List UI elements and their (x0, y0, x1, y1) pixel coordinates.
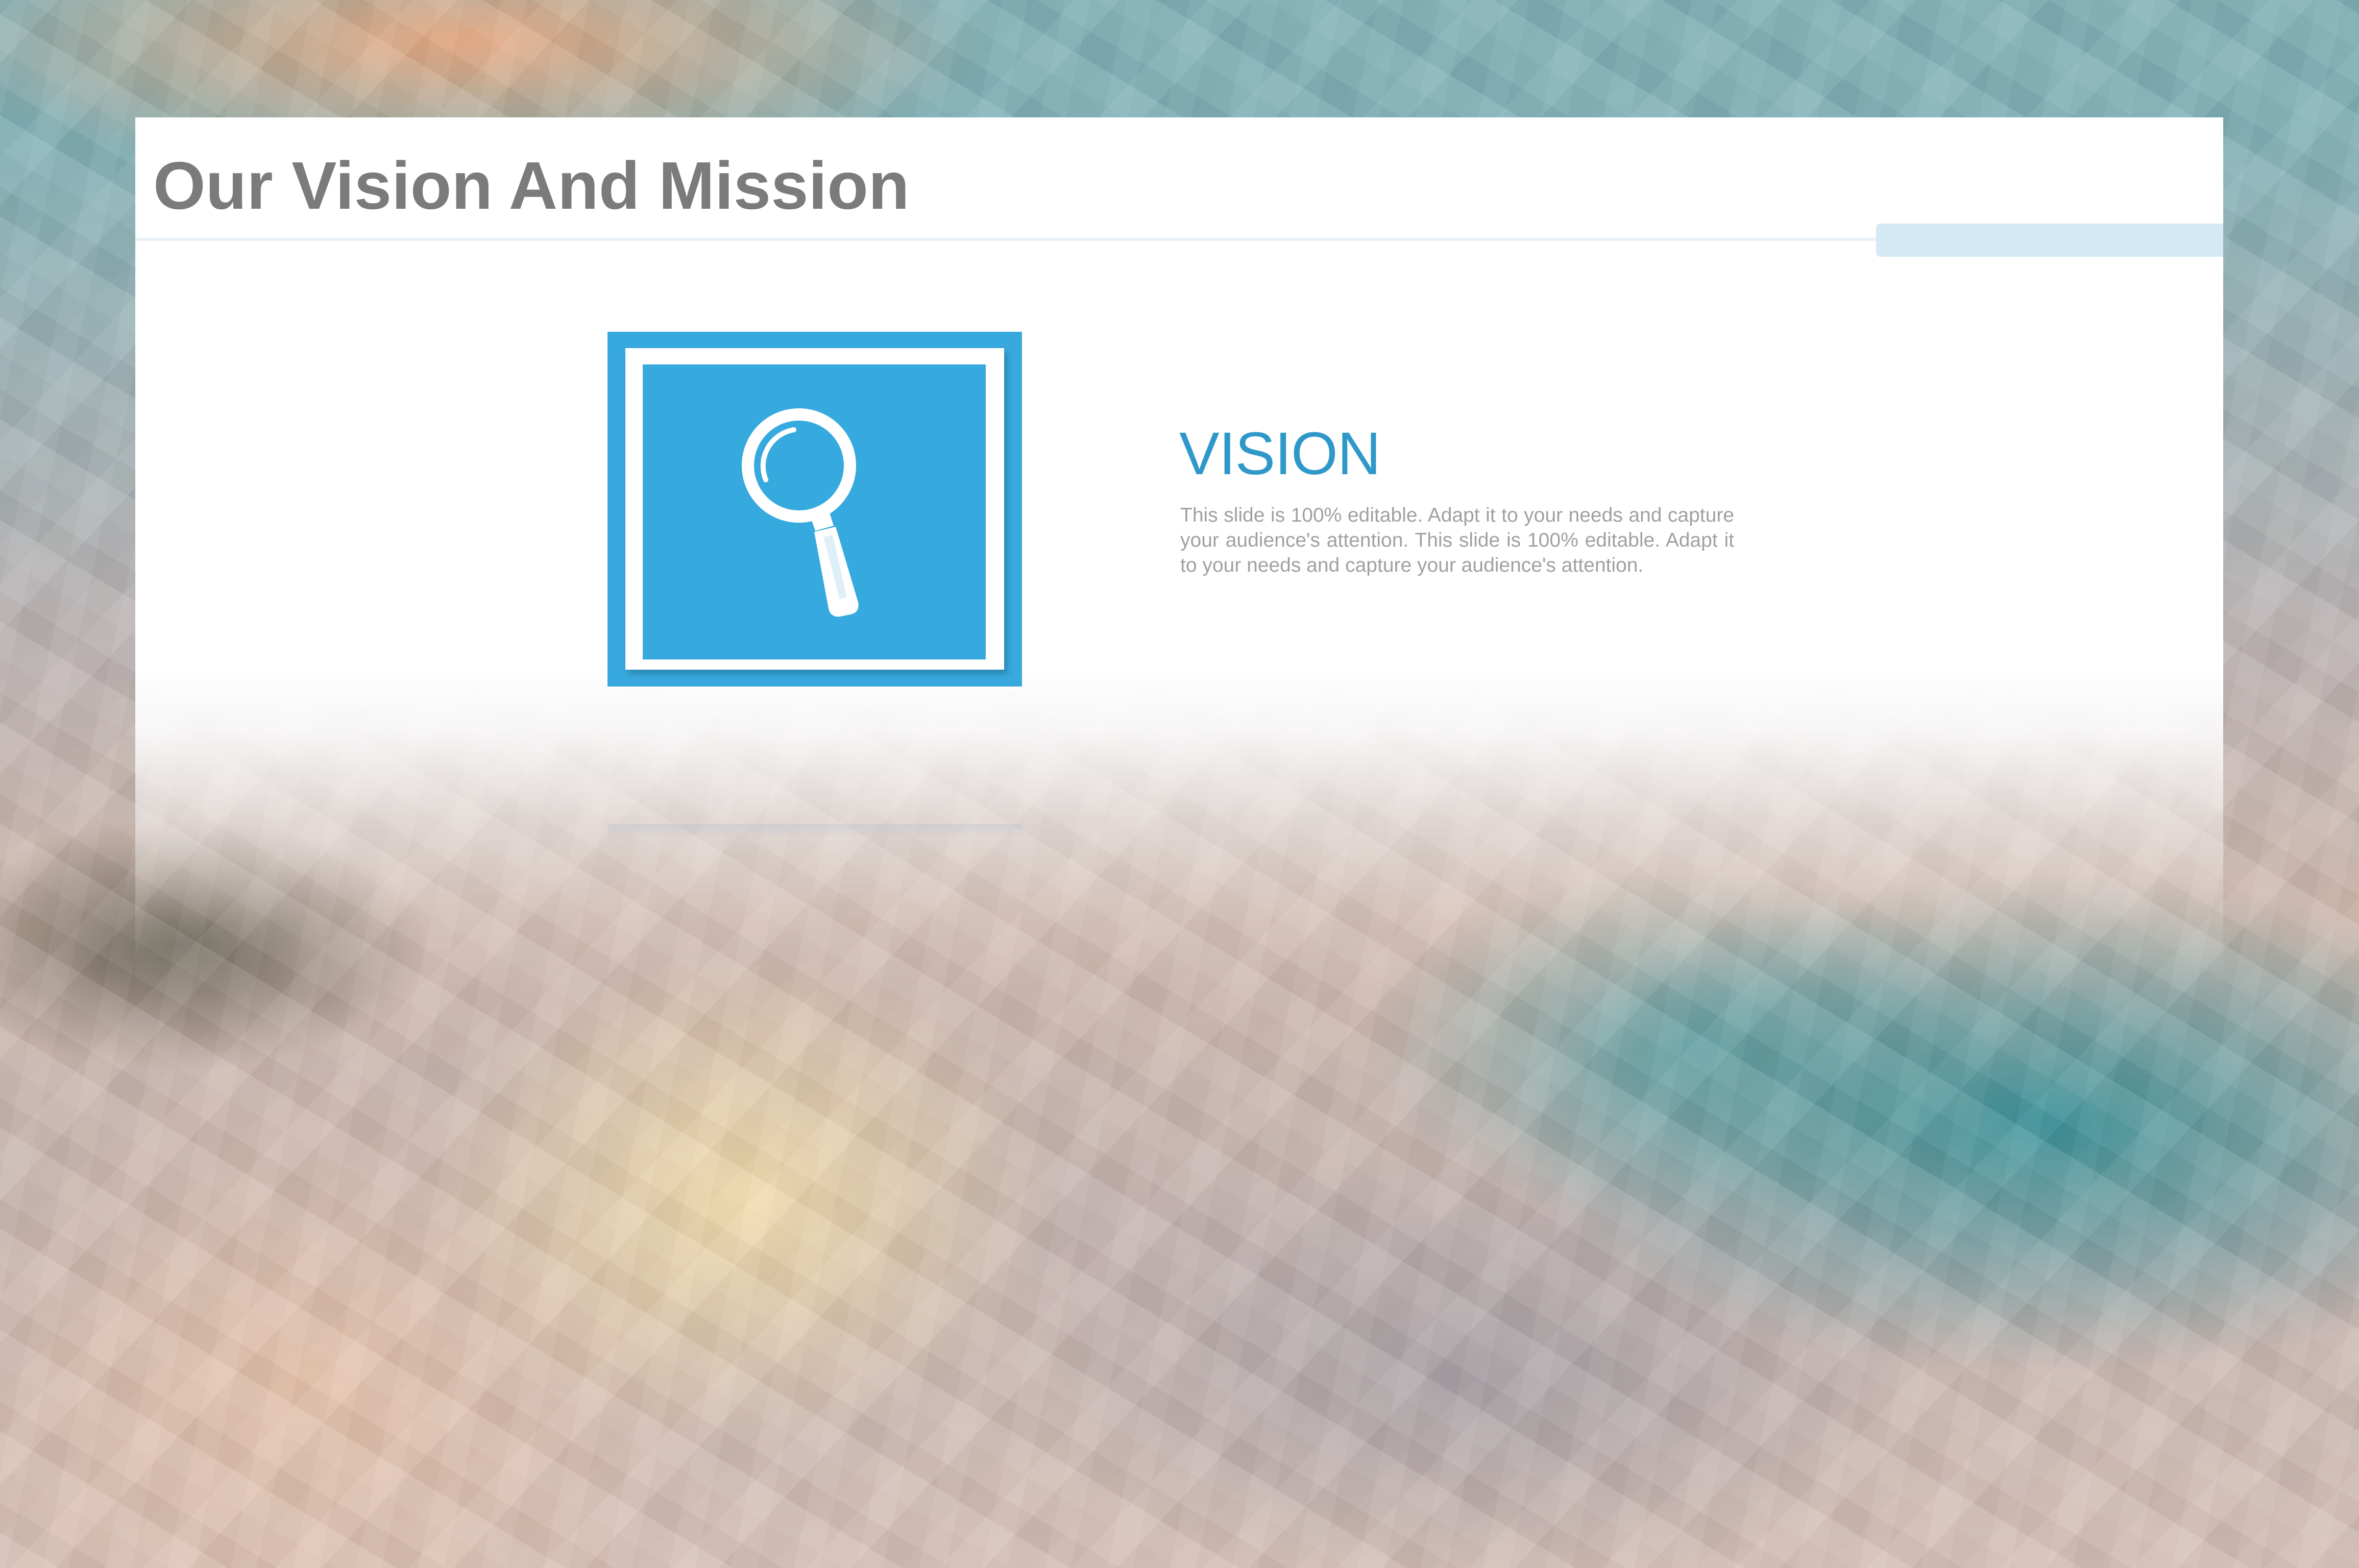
magnifier-icon (742, 408, 859, 617)
vision-card-reflection (607, 824, 1022, 837)
vision-icon-card (607, 332, 1022, 687)
vision-icon-card-face (643, 364, 986, 659)
vision-icon-card-border (625, 348, 1004, 670)
title-accent-bar (1876, 224, 2223, 257)
vision-heading: VISION (1179, 420, 1381, 487)
vision-description: This slide is 100% editable. Adapt it to… (1180, 504, 1734, 576)
slide-panel: Our Vision And Mission VISION This slide… (135, 117, 2223, 995)
title-divider (135, 238, 1876, 241)
slide-title: Our Vision And Mission (153, 148, 910, 223)
